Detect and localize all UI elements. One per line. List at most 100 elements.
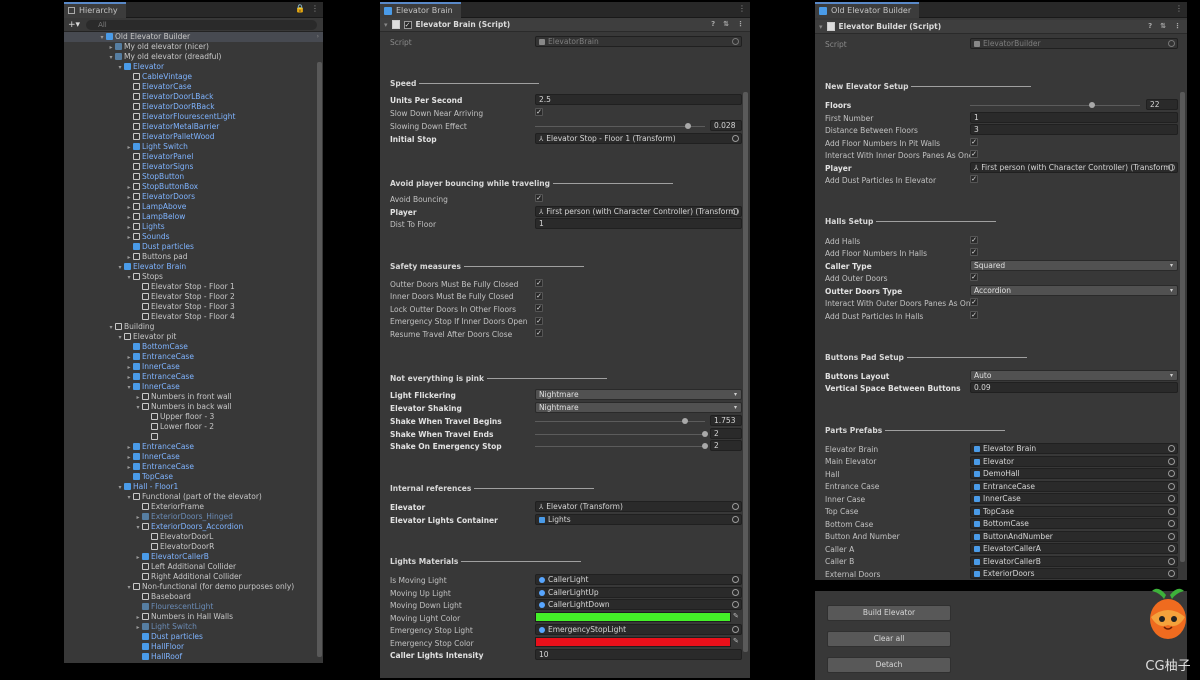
object-picker-icon[interactable] bbox=[732, 208, 739, 215]
hierarchy-row[interactable]: ▾ ExteriorDoors_Accordion bbox=[64, 522, 323, 532]
floors-slider[interactable] bbox=[970, 102, 1140, 108]
hierarchy-row[interactable]: ▾ Stops bbox=[64, 272, 323, 282]
safety-item-checkbox[interactable]: ✓ bbox=[535, 279, 543, 287]
brain-tab[interactable]: Elevator Brain bbox=[380, 2, 461, 18]
hierarchy-row[interactable]: FlourescentLight bbox=[64, 602, 323, 612]
add-halls-checkbox[interactable]: ✓ bbox=[970, 236, 978, 244]
intensity-field[interactable]: 10 bbox=[535, 649, 742, 660]
object-picker-icon[interactable] bbox=[1168, 40, 1175, 47]
distance-field[interactable]: 3 bbox=[970, 124, 1178, 135]
hierarchy-row[interactable]: ▸InnerCase› bbox=[64, 362, 323, 372]
brain-component-header[interactable]: ▾ ✓ Elevator Brain (Script) ? ⇅ ⋮ bbox=[380, 18, 750, 32]
hierarchy-row[interactable]: ▾InnerCase› bbox=[64, 382, 323, 392]
outter-type-dropdown[interactable]: Accordion ▾ bbox=[970, 285, 1178, 296]
prefab-field[interactable]: Elevator Brain bbox=[970, 443, 1178, 454]
hierarchy-row[interactable]: ▸EntranceCase› bbox=[64, 352, 323, 362]
hierarchy-row[interactable]: ▸ Sounds bbox=[64, 232, 323, 242]
shake-ends-slider[interactable] bbox=[535, 431, 708, 437]
elevator-field[interactable]: ⅄ Elevator (Transform) bbox=[535, 501, 742, 512]
shake-emergency-slider[interactable] bbox=[535, 443, 708, 449]
prefab-field[interactable]: ButtonAndNumber bbox=[970, 530, 1178, 542]
shake-begins-slider[interactable] bbox=[535, 418, 705, 424]
object-picker-icon[interactable] bbox=[732, 576, 739, 583]
hierarchy-row[interactable]: ▸ Numbers in front wall bbox=[64, 392, 323, 402]
hierarchy-row[interactable]: ▾ Functional (part of the elevator) bbox=[64, 492, 323, 502]
emergency-color-field[interactable] bbox=[535, 637, 731, 647]
hierarchy-row[interactable]: ▸ExteriorDoors_Hinged› bbox=[64, 512, 323, 522]
object-picker-icon[interactable] bbox=[732, 626, 739, 633]
hierarchy-row[interactable]: ▾ My old elevator (dreadful) bbox=[64, 52, 323, 62]
slowing-effect-slider[interactable] bbox=[535, 123, 705, 129]
hierarchy-row[interactable]: ElevatorMetalBarrier bbox=[64, 122, 323, 132]
foldout-arrow-icon[interactable]: ▾ bbox=[384, 21, 388, 29]
hierarchy-row[interactable]: ElevatorPanel bbox=[64, 152, 323, 162]
player-field[interactable]: ⅄ First person (with Character Controller… bbox=[970, 162, 1178, 173]
hierarchy-row[interactable]: Dust particles› bbox=[64, 242, 323, 252]
prefab-field[interactable]: ElevatorCallerB bbox=[970, 555, 1178, 567]
object-picker-icon[interactable] bbox=[732, 503, 739, 510]
hierarchy-row[interactable]: ▸Light Switch› bbox=[64, 142, 323, 152]
pit-walls-checkbox[interactable]: ✓ bbox=[970, 138, 978, 146]
preset-icon[interactable]: ⇅ bbox=[723, 20, 729, 28]
lock-icon[interactable]: 🔒 bbox=[295, 4, 305, 13]
object-picker-icon[interactable] bbox=[1168, 570, 1175, 577]
object-picker-icon[interactable] bbox=[732, 516, 739, 523]
build-elevator-button[interactable]: Build Elevator bbox=[827, 605, 951, 621]
slow-down-checkbox[interactable]: ✓ bbox=[535, 108, 543, 116]
help-icon[interactable]: ? bbox=[711, 20, 715, 28]
hierarchy-row[interactable]: HallFloor bbox=[64, 642, 323, 652]
prefab-field[interactable]: Elevator bbox=[970, 455, 1178, 467]
hierarchy-row[interactable]: ▸ ElevatorDoors bbox=[64, 192, 323, 202]
hierarchy-row[interactable]: ▸EntranceCase› bbox=[64, 462, 323, 472]
object-picker-icon[interactable] bbox=[1168, 520, 1175, 527]
prefab-field[interactable]: ExteriorDoors bbox=[970, 568, 1178, 579]
moving-down-field[interactable]: CallerLightDown bbox=[535, 599, 742, 610]
hierarchy-row[interactable]: Baseboard bbox=[64, 592, 323, 602]
brain-scrollbar[interactable] bbox=[743, 92, 748, 652]
prefab-field[interactable]: BottomCase bbox=[970, 518, 1178, 529]
add-button[interactable]: +▾ bbox=[68, 20, 80, 30]
hierarchy-row[interactable]: Elevator Stop - Floor 1 bbox=[64, 282, 323, 292]
hierarchy-row[interactable]: ▾ Building bbox=[64, 322, 323, 332]
hierarchy-row[interactable]: ▾ Numbers in back wall bbox=[64, 402, 323, 412]
hierarchy-row[interactable]: ▸Light Switch› bbox=[64, 622, 323, 632]
shake-emergency-field[interactable]: 2 bbox=[710, 440, 742, 451]
object-picker-icon[interactable] bbox=[1168, 532, 1175, 540]
hierarchy-row[interactable]: ElevatorSigns bbox=[64, 162, 323, 172]
hierarchy-row[interactable]: ElevatorCase bbox=[64, 82, 323, 92]
menu-icon[interactable]: ⋮ bbox=[1175, 4, 1183, 13]
safety-item-checkbox[interactable]: ✓ bbox=[535, 304, 543, 312]
hierarchy-row[interactable]: ▸EntranceCase› bbox=[64, 442, 323, 452]
player-field[interactable]: ⅄ First person (with Character Controller… bbox=[535, 206, 742, 217]
hierarchy-row[interactable]: Left Additional Collider bbox=[64, 562, 323, 572]
outer-doors-checkbox[interactable]: ✓ bbox=[970, 273, 978, 281]
prefab-field[interactable]: DemoHall bbox=[970, 468, 1178, 479]
hierarchy-row[interactable]: ElevatorDoorRBack bbox=[64, 102, 323, 112]
hierarchy-row[interactable]: ▸ LampBelow bbox=[64, 212, 323, 222]
object-picker-icon[interactable] bbox=[732, 38, 739, 45]
inner-panes-checkbox[interactable]: ✓ bbox=[970, 150, 978, 158]
object-picker-icon[interactable] bbox=[1168, 482, 1175, 490]
detach-button[interactable]: Detach bbox=[827, 657, 951, 673]
prefab-field[interactable]: TopCase bbox=[970, 505, 1178, 517]
slowing-effect-field[interactable]: 0.028 bbox=[710, 120, 742, 131]
object-picker-icon[interactable] bbox=[1168, 495, 1175, 502]
outer-panes-checkbox[interactable]: ✓ bbox=[970, 298, 978, 306]
moving-up-field[interactable]: CallerLightUp bbox=[535, 587, 742, 598]
hierarchy-row[interactable]: ▸ Lights bbox=[64, 222, 323, 232]
hierarchy-row[interactable]: ElevatorPalletWood bbox=[64, 132, 323, 142]
safety-item-checkbox[interactable]: ✓ bbox=[535, 291, 543, 300]
hierarchy-row[interactable]: ▾ Elevator Brain bbox=[64, 262, 323, 272]
object-picker-icon[interactable] bbox=[1168, 507, 1175, 515]
hierarchy-row[interactable]: ▸EntranceCase› bbox=[64, 372, 323, 382]
hierarchy-row[interactable]: ElevatorDoorL bbox=[64, 532, 323, 542]
units-per-second-field[interactable]: 2.5 bbox=[535, 94, 742, 105]
is-moving-field[interactable]: CallerLight bbox=[535, 574, 742, 585]
first-number-field[interactable]: 1 bbox=[970, 112, 1178, 123]
hierarchy-row[interactable]: TopCase› bbox=[64, 472, 323, 482]
flicker-dropdown[interactable]: Nightmare ▾ bbox=[535, 389, 742, 400]
hierarchy-row[interactable]: BottomCase› bbox=[64, 342, 323, 352]
shake-ends-field[interactable]: 2 bbox=[710, 428, 742, 439]
lights-container-field[interactable]: Lights bbox=[535, 514, 742, 525]
object-picker-icon[interactable] bbox=[732, 135, 739, 142]
